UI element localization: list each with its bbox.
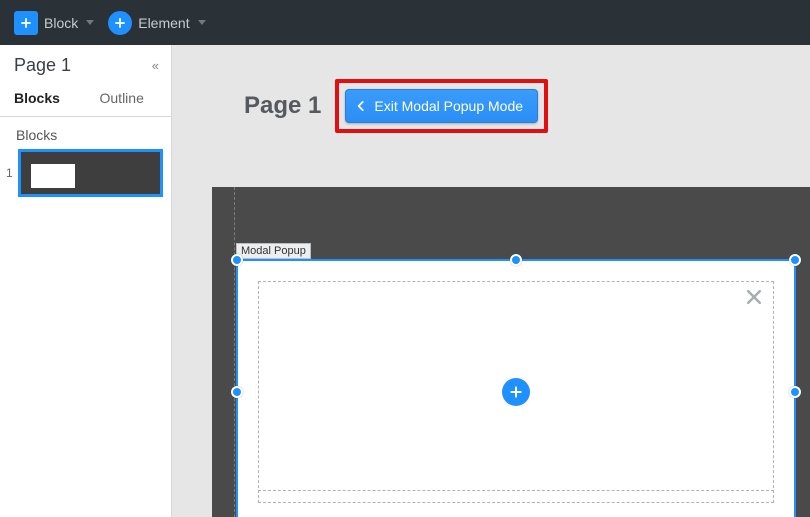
tab-outline[interactable]: Outline [86,84,172,116]
page-title: Page 1 [244,92,321,120]
add-block-button[interactable]: Block [12,7,96,39]
close-icon [744,287,764,307]
plus-icon [108,11,132,35]
collapse-sidebar-button[interactable]: « [152,58,159,73]
chevron-down-icon [198,20,206,25]
add-element-button[interactable]: Element [106,7,207,39]
block-thumb-index: 1 [6,166,14,180]
exit-button-highlight: Exit Modal Popup Mode [335,79,548,133]
resize-handle-n[interactable] [510,254,522,266]
modal-close-button[interactable] [744,287,764,312]
editor-stage[interactable]: Modal Popup [212,187,810,517]
ruler-guide-vertical [234,187,235,517]
resize-handle-w[interactable] [231,386,243,398]
add-content-button[interactable] [502,378,530,406]
exit-button-label: Exit Modal Popup Mode [374,98,523,114]
chevron-down-icon [86,20,94,25]
tab-blocks[interactable]: Blocks [0,84,86,116]
sidebar: Page 1 « Blocks Outline Blocks 1 [0,45,172,517]
add-block-label: Block [44,15,78,31]
content-baseline-guide [258,490,774,491]
resize-handle-ne[interactable] [789,254,801,266]
block-thumbnail[interactable] [18,149,163,197]
sidebar-section-label: Blocks [0,117,171,149]
sidebar-title: Page 1 [14,55,71,76]
resize-handle-nw[interactable] [231,254,243,266]
add-element-label: Element [138,15,189,31]
canvas-area: Page 1 Exit Modal Popup Mode Modal Popup [172,45,810,517]
chevron-left-icon [354,99,368,113]
resize-handle-e[interactable] [789,386,801,398]
block-thumbnail-preview [31,164,75,188]
exit-modal-popup-button[interactable]: Exit Modal Popup Mode [345,89,538,123]
modal-popup-element[interactable]: Modal Popup [236,259,796,517]
plus-icon [14,11,38,35]
top-toolbar: Block Element [0,0,810,45]
selected-element-label: Modal Popup [236,243,311,259]
plus-icon [508,384,524,400]
